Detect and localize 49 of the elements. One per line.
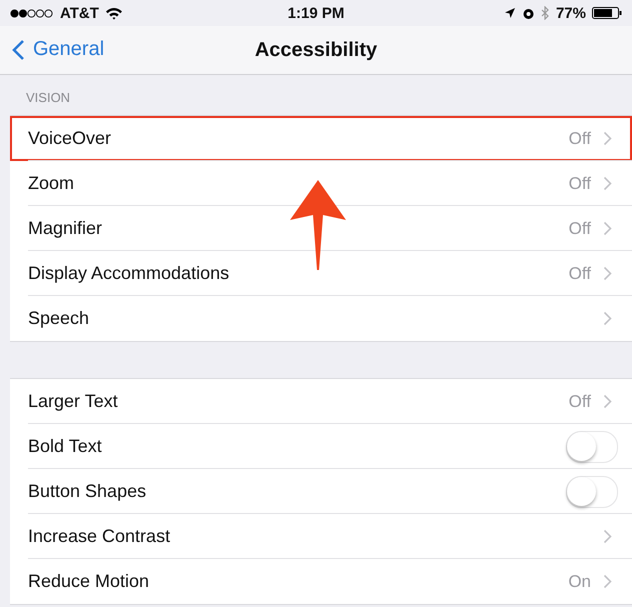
wifi-icon (104, 6, 123, 20)
signal-icon (10, 8, 54, 18)
back-button[interactable]: General (12, 38, 104, 61)
row-value: Off (568, 264, 591, 284)
screen-title: Accessibility (254, 38, 378, 62)
settings-row[interactable]: Larger Text Off (10, 379, 632, 424)
row-value: Off (568, 218, 591, 238)
row-value: On (568, 572, 591, 592)
row-label: Zoom (28, 173, 76, 194)
chevron-right-icon (603, 574, 612, 589)
row-value: Off (568, 128, 591, 148)
row-label: Speech (28, 308, 90, 329)
back-label[interactable]: General (33, 38, 104, 61)
toggle-switch[interactable] (566, 430, 618, 462)
row-value: Off (568, 392, 591, 412)
settings-row[interactable]: Reduce Motion On (10, 559, 632, 604)
clock-time: 1:19 PM (288, 4, 344, 22)
settings-row[interactable]: VoiceOver Off (10, 116, 632, 161)
row-label: Display Accommodations (28, 263, 230, 284)
settings-row[interactable]: Increase Contrast (10, 514, 632, 559)
battery-percent: 77% (556, 4, 586, 22)
row-label: Larger Text (28, 391, 119, 412)
settings-row[interactable]: Magnifier Off (10, 206, 632, 251)
bluetooth-icon (540, 6, 550, 20)
row-label: Increase Contrast (28, 526, 172, 547)
section-header: VISION (26, 90, 70, 105)
settings-row[interactable]: Button Shapes (10, 469, 632, 514)
toggle-switch[interactable] (566, 476, 618, 508)
row-label: VoiceOver (28, 128, 112, 149)
row-label: Magnifier (28, 218, 104, 239)
chevron-right-icon (603, 221, 612, 236)
chevron-right-icon (603, 311, 612, 326)
settings-row[interactable]: Display Accommodations Off (10, 251, 632, 296)
row-label: Reduce Motion (28, 571, 150, 592)
chevron-right-icon (603, 176, 612, 191)
settings-row[interactable]: Bold Text (10, 424, 632, 469)
battery-icon (592, 7, 622, 19)
settings-row[interactable]: Zoom Off (10, 161, 632, 206)
row-value: Off (568, 174, 591, 194)
chevron-right-icon (603, 529, 612, 544)
location-icon (504, 7, 516, 19)
carrier-name: AT&T (60, 4, 99, 22)
chevron-left-icon (12, 38, 25, 60)
row-label: Bold Text (28, 436, 103, 457)
settings-row[interactable]: Speech (10, 296, 632, 341)
row-label: Button Shapes (28, 481, 148, 502)
chevron-right-icon (603, 266, 612, 281)
chevron-right-icon (603, 394, 612, 409)
chevron-right-icon (603, 131, 612, 146)
